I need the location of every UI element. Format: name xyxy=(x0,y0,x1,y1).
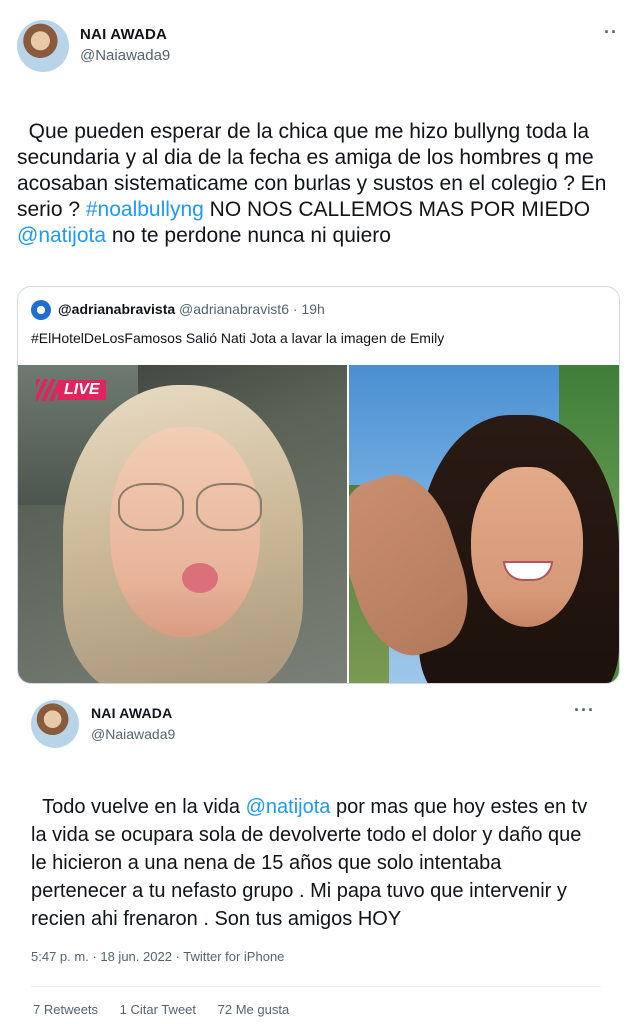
lips-shape xyxy=(182,563,218,593)
avatar[interactable] xyxy=(31,700,79,748)
face-shape xyxy=(110,427,260,637)
tweet-meta[interactable]: 5:47 p. m. · 18 jun. 2022 · Twitter for … xyxy=(31,949,284,964)
more-options-icon[interactable]: ··· xyxy=(574,700,595,721)
likes-count[interactable]: 72 Me gusta xyxy=(218,1002,290,1017)
tweet-text: Todo vuelve en la vida @natijota por mas… xyxy=(31,765,601,933)
hashtag-link[interactable]: #noalbullyng xyxy=(86,198,204,221)
mention-link[interactable]: @natijota xyxy=(17,224,106,247)
glasses-shape xyxy=(196,483,262,531)
author-handle[interactable]: @Naiawada9 xyxy=(80,47,170,64)
live-badge: LIVE xyxy=(36,379,106,401)
face-shape xyxy=(471,467,583,627)
avatar[interactable] xyxy=(17,20,69,72)
quote-image-left[interactable]: LIVE xyxy=(18,365,347,683)
more-options-icon[interactable]: ·· xyxy=(604,22,618,43)
quote-author-handle: @adrianabravist6 xyxy=(179,301,289,317)
quoted-tweet[interactable]: @adrianabravista @adrianabravist6 · 19h … xyxy=(17,286,620,684)
quote-time: · 19h xyxy=(292,301,325,317)
quote-author-name: @adrianabravista xyxy=(58,301,176,317)
tweet-text-part: Todo vuelve en la vida xyxy=(42,796,246,818)
quote-text: #ElHotelDeLosFamosos Salió Nati Jota a l… xyxy=(31,330,445,346)
quote-image-right[interactable] xyxy=(349,365,619,683)
quote-avatar xyxy=(31,300,51,320)
glasses-shape xyxy=(118,483,184,531)
author-handle[interactable]: @Naiawada9 xyxy=(91,726,175,742)
mention-link[interactable]: @natijota xyxy=(246,796,331,818)
author-name[interactable]: NAI AWADA xyxy=(80,26,167,43)
live-stripes-icon xyxy=(36,379,58,401)
author-name[interactable]: NAI AWADA xyxy=(91,705,172,721)
quotes-count[interactable]: 1 Citar Tweet xyxy=(120,1002,196,1017)
tweet-text-part: NO NOS CALLEMOS MAS POR MIEDO xyxy=(203,198,596,221)
tweet-text-part: no te perdone nunca ni quiero xyxy=(106,224,391,247)
engagement-stats: 7 Retweets 1 Citar Tweet 72 Me gusta xyxy=(33,1002,307,1017)
divider xyxy=(31,986,601,987)
quote-header: @adrianabravista @adrianabravist6 · 19h xyxy=(58,301,325,317)
live-label: LIVE xyxy=(58,380,106,400)
tweet-text: Que pueden esperar de la chica que me hi… xyxy=(17,93,617,249)
retweets-count[interactable]: 7 Retweets xyxy=(33,1002,98,1017)
